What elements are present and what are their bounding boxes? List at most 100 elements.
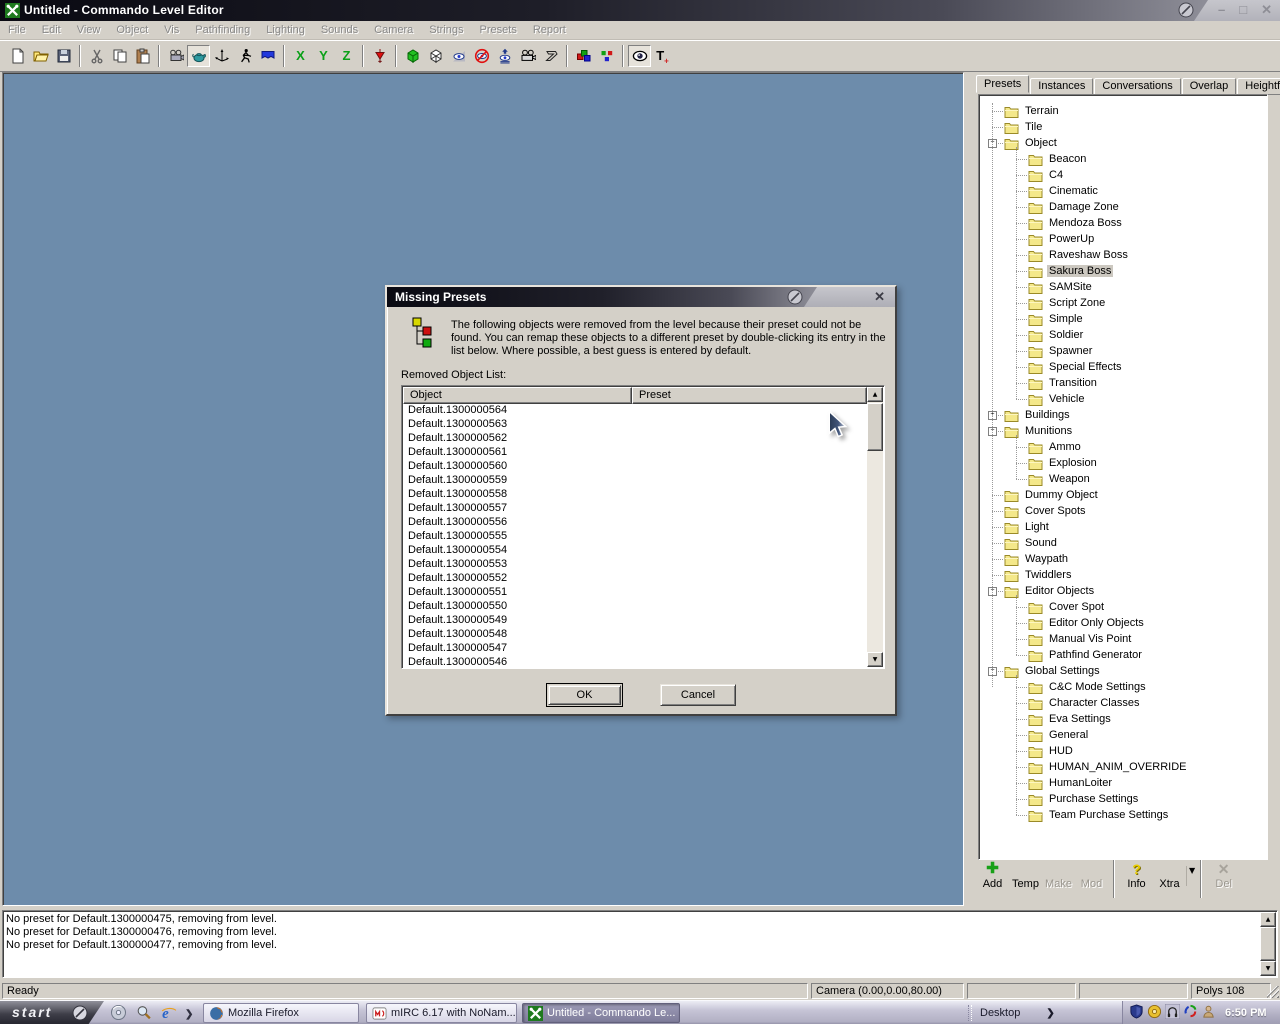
tree-item-powerup[interactable]: PowerUp [981, 231, 1265, 247]
toolbar-button-vis-eye[interactable] [447, 45, 470, 67]
tree-item-soldier[interactable]: Soldier [981, 327, 1265, 343]
removed-object-row[interactable]: Default.1300000559 [403, 474, 867, 488]
removed-object-row[interactable]: Default.1300000552 [403, 572, 867, 586]
menu-view[interactable]: View [69, 21, 109, 40]
scrollbar-thumb[interactable] [867, 403, 883, 451]
tree-item-waypath[interactable]: Waypath [981, 551, 1265, 567]
toolbar-button-axis-y[interactable]: Y [312, 45, 335, 67]
media-disc-icon[interactable] [110, 1004, 127, 1024]
tree-item-dummy-object[interactable]: Dummy Object [981, 487, 1265, 503]
toolbar-button-vis-forbidden[interactable] [470, 45, 493, 67]
add-button[interactable]: ✚Add [976, 858, 1009, 890]
temp-button[interactable]: Temp [1009, 858, 1042, 890]
removed-object-row[interactable]: Default.1300000562 [403, 432, 867, 446]
gold-disc-tray-icon[interactable] [1147, 1004, 1162, 1022]
tree-item-simple[interactable]: Simple [981, 311, 1265, 327]
tree-item-cinematic[interactable]: Cinematic [981, 183, 1265, 199]
headphones-tray-icon[interactable] [1165, 1004, 1180, 1022]
tree-item-terrain[interactable]: Terrain [981, 103, 1265, 119]
messenger-person-tray-icon[interactable] [1201, 1004, 1216, 1022]
toolbar-button-drop-to-ground[interactable] [368, 45, 391, 67]
toolbar-button-wire-cube[interactable] [424, 45, 447, 67]
tree-item-light[interactable]: Light [981, 519, 1265, 535]
tree-item-hud[interactable]: HUD [981, 743, 1265, 759]
toolbar-button-open-folder[interactable] [29, 45, 52, 67]
scroll-up-icon[interactable]: ▲ [867, 387, 883, 402]
removed-object-row[interactable]: Default.1300000547 [403, 642, 867, 656]
toolbar-button-save-floppy[interactable] [52, 45, 75, 67]
toolbar-button-walk-mode[interactable] [233, 45, 256, 67]
task-button-firefox[interactable]: Mozilla Firefox [203, 1003, 359, 1023]
removed-object-row[interactable]: Default.1300000550 [403, 600, 867, 614]
tree-item-c4[interactable]: C4 [981, 167, 1265, 183]
xtra-button[interactable]: Xtra [1153, 858, 1186, 890]
toolbar-button-scene-camera[interactable] [164, 45, 187, 67]
task-button-commando[interactable]: Untitled - Commando Le... [522, 1003, 680, 1023]
list-scrollbar[interactable]: ▲ ▼ [867, 387, 883, 667]
tree-item-character-classes[interactable]: Character Classes [981, 695, 1265, 711]
scroll-up-icon[interactable]: ▲ [1260, 912, 1276, 927]
toolbar-button-rgb-cubes[interactable] [572, 45, 595, 67]
removed-object-row[interactable]: Default.1300000555 [403, 530, 867, 544]
tree-item-editor-objects[interactable]: −Editor Objects [981, 583, 1265, 599]
shield-tray-icon[interactable] [1129, 1004, 1144, 1022]
tree-item-weapon[interactable]: Weapon [981, 471, 1265, 487]
removed-object-row[interactable]: Default.1300000563 [403, 418, 867, 432]
removed-object-row[interactable]: Default.1300000556 [403, 516, 867, 530]
tree-item-pathfind-generator[interactable]: Pathfind Generator [981, 647, 1265, 663]
cancel-button[interactable]: Cancel [660, 684, 736, 706]
maximize-button[interactable]: □ [1239, 2, 1247, 18]
tree-item-damage-zone[interactable]: Damage Zone [981, 199, 1265, 215]
info-button[interactable]: ?Info [1120, 858, 1153, 890]
tree-item-global-settings[interactable]: −Global Settings [981, 663, 1265, 679]
tree-item-script-zone[interactable]: Script Zone [981, 295, 1265, 311]
toolbar-button-copy-pages[interactable] [108, 45, 131, 67]
removed-object-row[interactable]: Default.1300000546 [403, 656, 867, 667]
tree-item-editor-only-objects[interactable]: Editor Only Objects [981, 615, 1265, 631]
scroll-down-icon[interactable]: ▼ [867, 652, 883, 667]
toolbar-button-preview-eye[interactable] [628, 45, 651, 67]
desktop-toolbar[interactable]: Desktop ❯ [968, 1003, 1120, 1023]
tree-item-tile[interactable]: Tile [981, 119, 1265, 135]
toolbar-button-text-tool[interactable]: T+ [651, 45, 674, 67]
chevron-right-icon[interactable]: ❯ [1046, 1008, 1054, 1019]
menu-report[interactable]: Report [525, 21, 574, 40]
removed-object-row[interactable]: Default.1300000549 [403, 614, 867, 628]
tree-item-team-purchase-settings[interactable]: Team Purchase Settings [981, 807, 1265, 823]
removed-object-row[interactable]: Default.1300000548 [403, 628, 867, 642]
tree-item-raveshaw-boss[interactable]: Raveshaw Boss [981, 247, 1265, 263]
tree-item-ammo[interactable]: Ammo [981, 439, 1265, 455]
removed-object-row[interactable]: Default.1300000554 [403, 544, 867, 558]
tree-item-explosion[interactable]: Explosion [981, 455, 1265, 471]
tree-item-c-c-mode-settings[interactable]: C&C Mode Settings [981, 679, 1265, 695]
quick-launch-chevron-icon[interactable]: ❯ [185, 1009, 193, 1020]
toolbar-button-rotate-gizmo[interactable] [210, 45, 233, 67]
column-header-object[interactable]: Object [403, 387, 632, 404]
toolbar-button-axis-x[interactable]: X [289, 45, 312, 67]
dialog-titlebar[interactable]: Missing Presets ✕ [387, 287, 895, 307]
tree-item-samsite[interactable]: SAMSite [981, 279, 1265, 295]
tree-item-sound[interactable]: Sound [981, 535, 1265, 551]
tree-item-humanloiter[interactable]: HumanLoiter [981, 775, 1265, 791]
tab-conversations[interactable]: Conversations [1094, 78, 1180, 95]
column-header-preset[interactable]: Preset [632, 387, 867, 404]
tree-item-general[interactable]: General [981, 727, 1265, 743]
toolbar-button-vis-sector[interactable] [539, 45, 562, 67]
tab-heightfield[interactable]: Heightfield [1237, 78, 1280, 95]
log-scrollbar[interactable]: ▲ ▼ [1260, 912, 1276, 976]
dropdown-arrow-icon[interactable]: ▼ [1186, 866, 1195, 886]
menu-edit[interactable]: Edit [34, 21, 69, 40]
tree-item-human-anim-override[interactable]: HUMAN_ANIM_OVERRIDE [981, 759, 1265, 775]
menu-lighting[interactable]: Lighting [258, 21, 313, 40]
tree-item-cover-spot[interactable]: Cover Spot [981, 599, 1265, 615]
toolbar-button-cut-scissors[interactable] [85, 45, 108, 67]
toolbar-button-render-teapot[interactable] [187, 45, 210, 67]
menu-vis[interactable]: Vis [156, 21, 187, 40]
toolbar-button-rgb-points[interactable] [595, 45, 618, 67]
internet-explorer-icon[interactable]: e [160, 1004, 177, 1024]
tree-item-cover-spots[interactable]: Cover Spots [981, 503, 1265, 519]
tab-presets[interactable]: Presets [976, 75, 1029, 93]
removed-object-row[interactable]: Default.1300000553 [403, 558, 867, 572]
toolbar-button-flag-marker[interactable] [256, 45, 279, 67]
toolbar-button-axis-z[interactable]: Z [335, 45, 358, 67]
